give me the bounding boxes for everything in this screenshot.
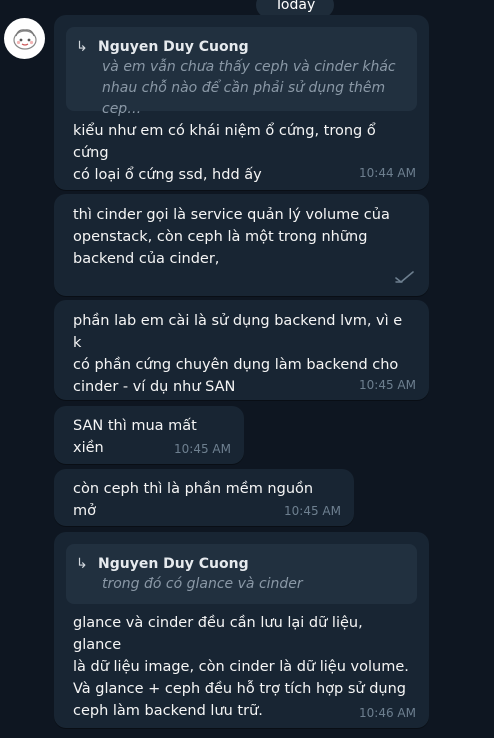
message-bubble[interactable]: thì cinder gọi là service quản lý volume… xyxy=(54,194,429,296)
unread-check-icon xyxy=(395,269,415,288)
cartoon-face-avatar-icon xyxy=(12,28,37,50)
message-bubble[interactable]: phần lab em cài là sử dụng backend lvm, … xyxy=(54,300,429,400)
reply-arrow-icon: ↳ xyxy=(76,556,88,572)
message-time: 10:46 AM xyxy=(359,706,416,720)
chat-panel: Today ↳ Nguyen Duy Cuong và em vẫn chưa … xyxy=(0,0,494,738)
sender-avatar[interactable] xyxy=(4,18,45,59)
message-bubble[interactable]: ↳ Nguyen Duy Cuong và em vẫn chưa thấy c… xyxy=(54,15,429,190)
reply-quote: và em vẫn chưa thấy ceph và cinder khác … xyxy=(102,59,396,117)
message-bubble[interactable]: ↳ Nguyen Duy Cuong trong đó có glance và… xyxy=(54,532,429,728)
date-label: Today xyxy=(274,0,316,13)
message-bubble[interactable]: SAN thì mua mất xiền 10:45 AM xyxy=(54,406,244,464)
reply-preview[interactable]: ↳ Nguyen Duy Cuong trong đó có glance và… xyxy=(66,544,417,604)
reply-arrow-icon: ↳ xyxy=(76,39,88,55)
message-bubble[interactable]: còn ceph thì là phần mềm nguồn mở 10:45 … xyxy=(54,469,354,526)
reply-author: Nguyen Duy Cuong xyxy=(98,556,249,572)
reply-quote: trong đó có glance và cinder xyxy=(102,576,303,592)
message-time: 10:45 AM xyxy=(174,442,231,456)
reply-preview[interactable]: ↳ Nguyen Duy Cuong và em vẫn chưa thấy c… xyxy=(66,27,417,117)
message-time: 10:44 AM xyxy=(359,166,416,180)
reply-author: Nguyen Duy Cuong xyxy=(98,39,249,55)
message-time: 10:45 AM xyxy=(284,504,341,518)
message-text: thì cinder gọi là service quản lý volume… xyxy=(73,207,390,267)
message-time: 10:45 AM xyxy=(359,378,416,392)
